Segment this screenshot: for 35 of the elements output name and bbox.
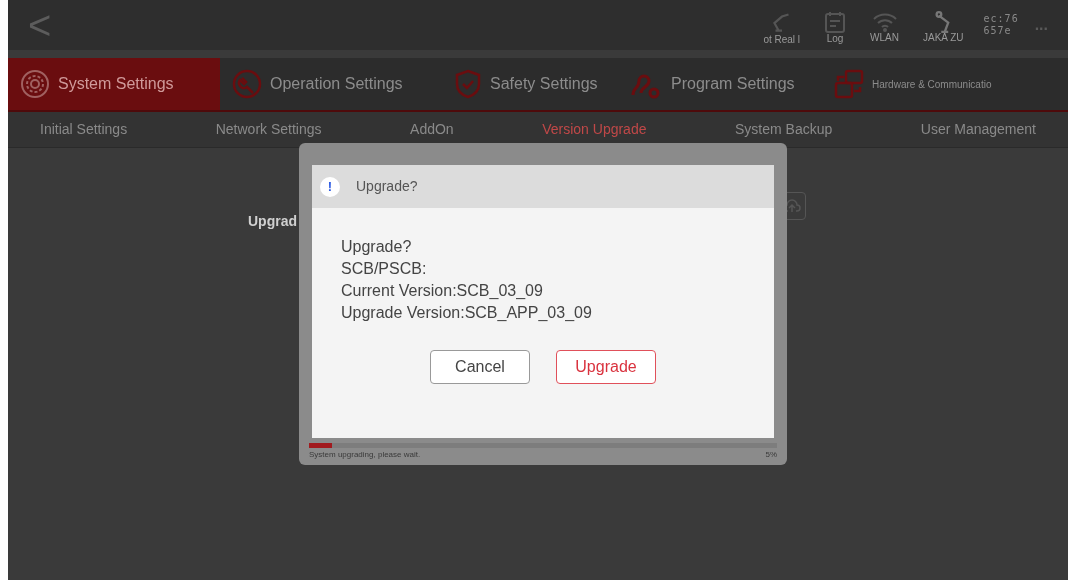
- main-tab[interactable]: Program Settings: [617, 58, 822, 110]
- wifi-icon: [871, 11, 898, 33]
- main-tab[interactable]: Hardware & Communicatio: [822, 58, 1068, 110]
- message-text: Upgrade Version:SCB_APP_03_09: [341, 303, 593, 323]
- sub-tab[interactable]: System Backup: [735, 119, 833, 140]
- status-wifi-button[interactable]: WLAN: [858, 7, 911, 43]
- status-log-button[interactable]: Log: [812, 6, 859, 44]
- sub-tab[interactable]: Version Upgrade: [542, 119, 647, 140]
- message-text: Current Version:SCB_03_09: [341, 281, 544, 301]
- gear-icon: [20, 69, 50, 99]
- cancel-button[interactable]: Cancel: [430, 350, 530, 384]
- percent-text: 5%: [765, 449, 777, 461]
- sub-tab[interactable]: AddOn: [410, 119, 454, 140]
- upgrade-label: Upgrad: [248, 212, 297, 231]
- device-id-text: 657e: [983, 25, 1013, 38]
- hardware-icon: [834, 69, 864, 99]
- log-icon: [824, 10, 847, 34]
- dialog-title: Upgrade?: [356, 177, 418, 196]
- sub-tab[interactable]: Initial Settings: [40, 119, 128, 140]
- status-robot-button[interactable]: ot Real l: [751, 5, 813, 45]
- message-text: Upgrade?: [341, 237, 413, 257]
- main-tab[interactable]: System Settings: [8, 58, 220, 110]
- device-id-text: ec:76: [983, 12, 1019, 25]
- sub-tab[interactable]: Network Settings: [215, 119, 322, 140]
- main-tab[interactable]: Operation Settings: [220, 58, 442, 110]
- message-text: SCB/PSCB:: [341, 259, 428, 279]
- sub-tab[interactable]: User Management: [920, 119, 1036, 140]
- alert-icon: !: [320, 176, 340, 197]
- shield-icon: [454, 69, 482, 99]
- wrench-icon: [232, 69, 262, 99]
- status-arm-button[interactable]: JAKA ZU: [910, 7, 976, 43]
- upgrade-button[interactable]: Upgrade: [556, 350, 656, 384]
- main-tab[interactable]: Safety Settings: [442, 58, 617, 110]
- status-text: System upgrading, please wait.: [309, 449, 421, 461]
- arm-icon: [935, 11, 952, 33]
